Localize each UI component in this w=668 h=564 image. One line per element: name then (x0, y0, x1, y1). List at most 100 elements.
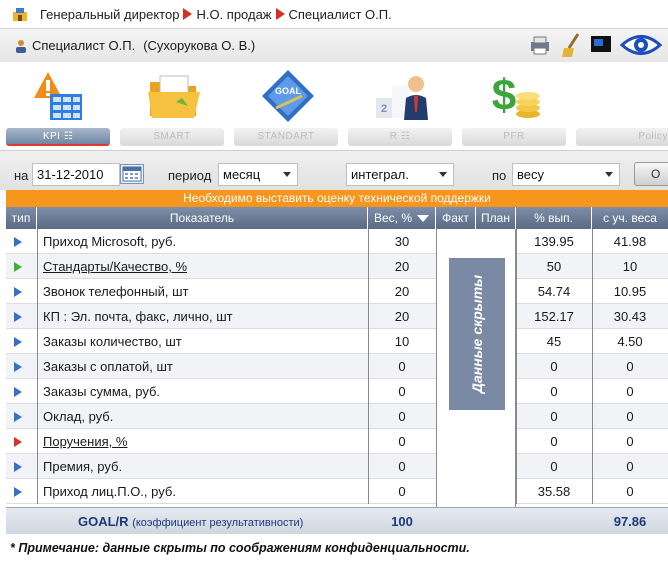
table-row[interactable]: Поручения, % 0 0 0 (6, 429, 668, 454)
user-role: Специалист О.П. (32, 38, 136, 53)
col-weight[interactable]: Вес, % (368, 207, 436, 229)
row-indicator-name: Звонок телефонный, шт (43, 284, 189, 299)
row-indicator-name: КП : Эл. почта, факс, лично, шт (43, 309, 233, 324)
col-weight-label: Вес, % (373, 211, 412, 225)
row-pct-value: 0 (550, 434, 558, 449)
row-type-arrow-icon[interactable] (14, 287, 22, 297)
module-standart[interactable]: GOAL STANDART (234, 62, 338, 150)
date-label: на (14, 168, 29, 183)
row-type-arrow-icon[interactable] (14, 362, 22, 372)
table-footer: GOAL/R (коэффициент результативности) 10… (6, 507, 668, 534)
row-weight-value: 20 (394, 259, 410, 274)
row-indicator-name[interactable]: Стандарты/Качество, % (43, 259, 187, 274)
alert-grid-icon (34, 72, 82, 120)
col-fact[interactable]: Факт (436, 207, 476, 229)
module-pfr[interactable]: $ PFR (462, 62, 566, 150)
tab-r[interactable]: R ☷ (348, 128, 452, 146)
tab-standart[interactable]: STANDART (234, 128, 338, 146)
row-pct-value: 54.74 (537, 284, 571, 299)
row-pct-value: 45 (546, 334, 562, 349)
breadcrumb-item-sales-dept[interactable]: Н.О. продаж (196, 7, 271, 22)
row-weighted-value: 0 (626, 384, 634, 399)
table-row[interactable]: Премия, руб. 0 0 0 (6, 454, 668, 479)
row-weight-value: 20 (394, 309, 410, 324)
breadcrumb-item-director[interactable]: Генеральный директор (40, 7, 179, 22)
row-type-arrow-icon[interactable] (14, 437, 22, 447)
row-type-arrow-icon[interactable] (14, 387, 22, 397)
table-row[interactable]: Звонок телефонный, шт 20 54.74 10.95 (6, 279, 668, 304)
row-weighted-value: 0 (626, 409, 634, 424)
warning-banner[interactable]: Необходимо выставить оценку технической … (6, 190, 668, 207)
module-bar: KPI ☷ SMART GOAL STANDART 2 R ☷ $ PFR Po… (0, 62, 668, 150)
by-select-value: весу (517, 167, 544, 182)
row-type-arrow-icon[interactable] (14, 462, 22, 472)
table-row[interactable]: Приход лиц.П.О., руб. 0 35.58 0 (6, 479, 668, 504)
row-type-arrow-icon[interactable] (14, 487, 22, 497)
table-row[interactable]: Приход Microsoft, руб. 30 139.95 41.98 (6, 229, 668, 254)
chevron-down-icon (439, 172, 447, 177)
mode-select-value: интеграл. (351, 167, 409, 182)
col-pct[interactable]: % вып. (516, 207, 592, 229)
row-weight-value: 30 (394, 234, 410, 249)
row-pct-value: 0 (550, 384, 558, 399)
col-type[interactable]: тип (6, 207, 37, 229)
table-row[interactable]: Заказы сумма, руб. 0 0 0 (6, 379, 668, 404)
broom-icon[interactable] (560, 32, 582, 58)
row-type-arrow-icon[interactable] (14, 237, 22, 247)
row-weighted-value: 0 (626, 434, 634, 449)
mode-select[interactable]: интеграл. (346, 163, 454, 186)
by-select[interactable]: весу (512, 163, 620, 186)
row-type-arrow-icon[interactable] (14, 412, 22, 422)
row-indicator-name[interactable]: Поручения, % (43, 434, 127, 449)
tab-pfr[interactable]: PFR (462, 128, 566, 146)
row-type-arrow-icon[interactable] (14, 262, 22, 272)
org-home-icon[interactable] (12, 7, 28, 21)
weighted-total: 97.86 (613, 514, 647, 529)
table-row[interactable]: Заказы с оплатой, шт 0 0 0 (6, 354, 668, 379)
row-weighted-value: 0 (626, 359, 634, 374)
date-input[interactable]: 31-12-2010 (32, 163, 120, 186)
module-smart[interactable]: SMART (120, 62, 224, 150)
row-indicator-name: Заказы сумма, руб. (43, 384, 161, 399)
calendar-icon[interactable] (120, 164, 144, 184)
table-row[interactable]: Заказы количество, шт 10 45 4.50 (6, 329, 668, 354)
print-icon[interactable] (528, 33, 552, 57)
hidden-data-text: Данные скрыты (469, 274, 486, 394)
row-pct-value: 35.58 (537, 484, 571, 499)
col-plan[interactable]: План (476, 207, 516, 229)
goal-icon: GOAL (262, 70, 314, 122)
row-type-arrow-icon[interactable] (14, 312, 22, 322)
module-r[interactable]: 2 R ☷ (348, 62, 452, 150)
column-divider (368, 229, 369, 504)
tab-policy[interactable]: Policy (576, 128, 668, 146)
row-weight-value: 0 (398, 434, 406, 449)
row-indicator-name: Оклад, руб. (43, 409, 114, 424)
module-policy[interactable]: Policy (576, 62, 668, 150)
breadcrumb-separator-icon (275, 8, 285, 20)
svg-text:$: $ (492, 71, 516, 120)
row-weighted-value: 41.98 (613, 234, 647, 249)
tab-kpi[interactable]: KPI ☷ (6, 128, 110, 146)
eye-icon[interactable] (620, 32, 662, 58)
table-row[interactable]: КП : Эл. почта, факс, лично, шт 20 152.17 3… (6, 304, 668, 329)
module-kpi[interactable]: KPI ☷ (6, 62, 110, 150)
row-weight-value: 0 (398, 409, 406, 424)
row-weighted-value: 0 (626, 459, 634, 474)
tab-smart[interactable]: SMART (120, 128, 224, 146)
row-indicator-name: Премия, руб. (43, 459, 123, 474)
apply-button[interactable]: О (634, 162, 668, 186)
table-row[interactable]: Оклад, руб. 0 0 0 (6, 404, 668, 429)
chevron-down-icon (605, 172, 613, 177)
row-weight-value: 0 (398, 359, 406, 374)
filter-bar: на 31-12-2010 период месяц интеграл. по … (0, 150, 668, 190)
table-header: тип Показатель Вес, % Факт План % вып. с… (6, 207, 668, 229)
user-bar: Специалист О.П. (Сухорукова О. В.) (0, 28, 668, 62)
screen-icon[interactable] (590, 34, 612, 56)
breadcrumb-item-specialist[interactable]: Специалист О.П. (289, 7, 392, 22)
col-weighted[interactable]: с уч. веса (592, 207, 668, 229)
row-weight-value: 0 (398, 384, 406, 399)
row-type-arrow-icon[interactable] (14, 337, 22, 347)
table-row[interactable]: Стандарты/Качество, % 20 50 10 (6, 254, 668, 279)
col-name[interactable]: Показатель (37, 207, 368, 229)
period-select[interactable]: месяц (218, 163, 298, 186)
